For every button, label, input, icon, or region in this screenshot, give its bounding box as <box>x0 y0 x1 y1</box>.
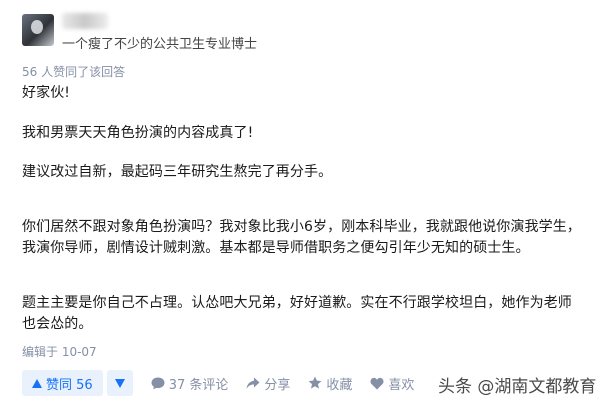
answer-paragraph: 我和男票天天角色扮演的内容成真了! <box>22 125 254 141</box>
answer-card: 一个瘦了不少的公共卫生专业博士 56 人赞同了该回答 好家伙! 我和男票天天角色… <box>0 0 600 403</box>
triangle-down-icon <box>114 378 125 388</box>
author-avatar[interactable] <box>22 14 54 46</box>
upvote-button[interactable]: 赞同 56 <box>22 370 103 396</box>
heart-icon <box>370 377 384 390</box>
author-name-blurred[interactable] <box>62 13 108 29</box>
like-label: 喜欢 <box>388 377 415 393</box>
source-watermark: 头条 @湖南文都教育 <box>438 377 597 397</box>
triangle-up-icon <box>32 378 42 388</box>
upvote-label: 赞同 56 <box>46 377 93 393</box>
answer-paragraph: 好家伙! <box>22 85 71 101</box>
upvote-count-note: 56 人赞同了该回答 <box>22 65 126 79</box>
comments-button[interactable]: 37 条评论 <box>151 374 229 393</box>
comments-label: 37 条评论 <box>168 377 229 393</box>
share-arrow-icon <box>246 377 260 390</box>
star-icon <box>308 376 322 390</box>
like-button[interactable]: 喜欢 <box>370 374 414 393</box>
share-button[interactable]: 分享 <box>246 374 290 393</box>
favorite-button[interactable]: 收藏 <box>308 374 352 393</box>
comment-bubble-icon <box>151 377 165 390</box>
action-bar: 赞同 56 37 条评论 分享 收藏 喜欢 <box>22 370 414 396</box>
author-headline: 一个瘦了不少的公共卫生专业博士 <box>62 37 258 52</box>
favorite-label: 收藏 <box>326 377 353 393</box>
answer-paragraph: 题主主要是你自己不占理。认怂吧大兄弟，好好道歉。实在不行跟学校坦白，她作为老师也… <box>22 295 572 332</box>
edited-timestamp: 编辑于 10-07 <box>22 345 97 359</box>
answer-paragraph: 你们居然不跟对象角色扮演吗？我对象比我小6岁，刚本科毕业，我就跟他说你演我学生，… <box>22 219 581 256</box>
answer-paragraph: 建议改过自新，最起码三年研究生熬完了再分手。 <box>22 164 333 180</box>
share-label: 分享 <box>264 377 291 393</box>
downvote-button[interactable] <box>106 370 133 396</box>
